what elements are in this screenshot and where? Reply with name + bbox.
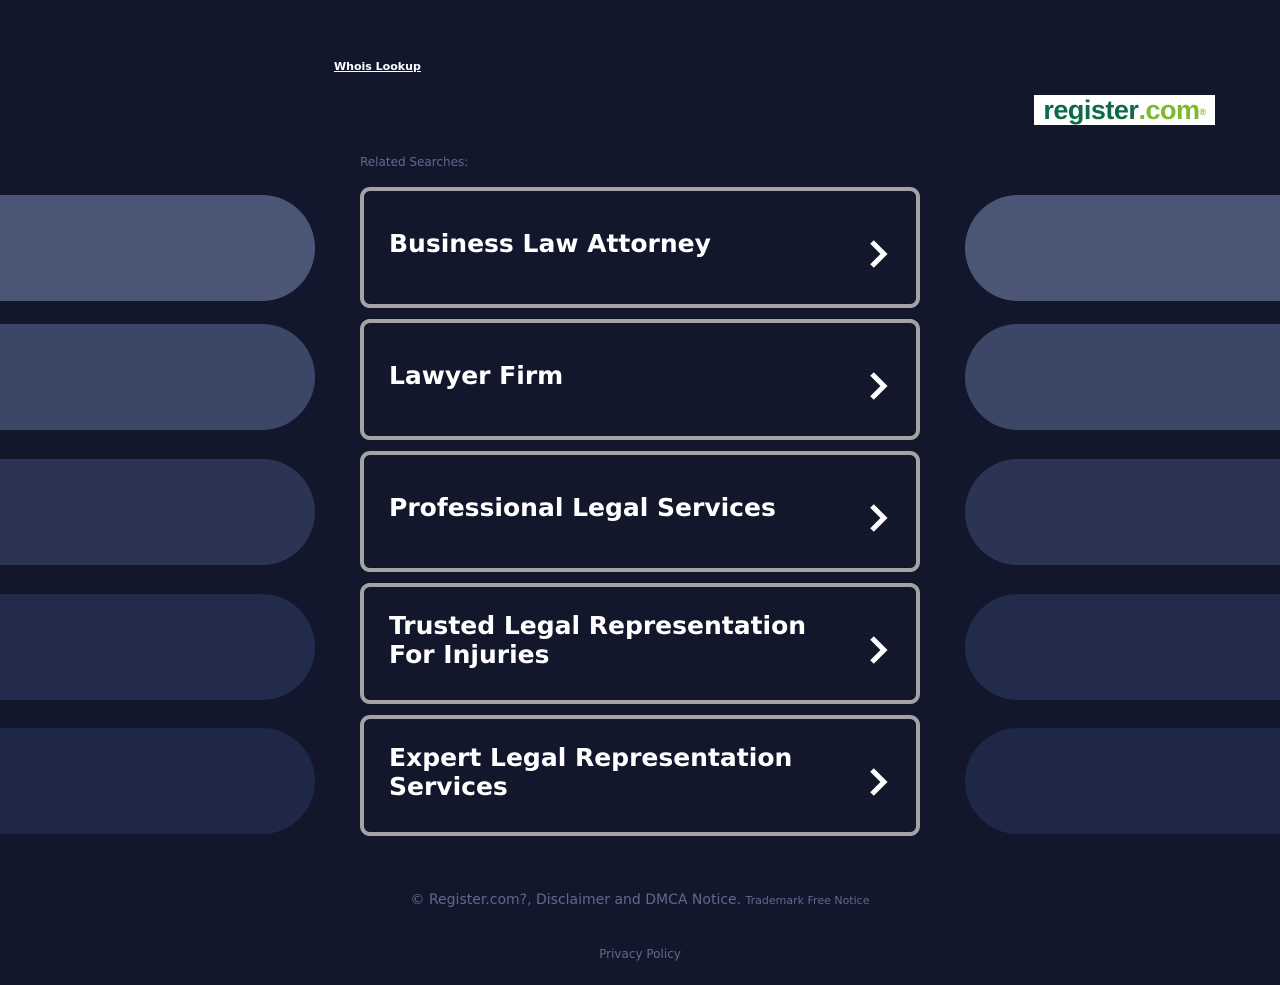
related-search-item[interactable]: Trusted Legal Representation For Injurie…: [360, 583, 920, 704]
decorative-pill-right-4: [965, 594, 1280, 700]
logo-registered-mark: ®: [1199, 107, 1206, 117]
related-search-label: Trusted Legal Representation For Injurie…: [389, 610, 807, 669]
privacy-policy-link[interactable]: Privacy Policy: [599, 947, 681, 961]
related-search-label: Business Law Attorney: [389, 229, 711, 258]
related-search-label: Expert Legal Representation Services: [389, 742, 793, 801]
related-search-item[interactable]: Professional Legal Services: [360, 451, 920, 572]
decorative-pill-left-3: [0, 459, 315, 565]
related-search-label: Lawyer Firm: [389, 361, 564, 390]
trademark-notice-link[interactable]: Trademark Free Notice: [746, 894, 870, 907]
register-logo[interactable]: register .com ®: [1034, 95, 1215, 125]
related-search-list: Business Law Attorney Lawyer Firm Profes…: [360, 187, 920, 847]
decorative-pill-right-1: [965, 195, 1280, 301]
decorative-pill-right-5: [965, 728, 1280, 834]
chevron-right-icon: [870, 371, 888, 400]
related-searches-label: Related Searches:: [360, 155, 469, 169]
chevron-right-icon: [870, 767, 888, 796]
chevron-right-icon: [870, 239, 888, 268]
related-search-item[interactable]: Lawyer Firm: [360, 319, 920, 440]
related-search-item[interactable]: Business Law Attorney: [360, 187, 920, 308]
decorative-pill-left-2: [0, 324, 315, 430]
related-search-label: Professional Legal Services: [389, 493, 776, 522]
page: Whois Lookup register .com ® Related Searc…: [0, 0, 1280, 985]
copyright-disclaimer-link[interactable]: © Register.com?, Disclaimer and DMCA Not…: [411, 892, 742, 908]
decorative-pill-right-3: [965, 459, 1280, 565]
decorative-pill-left-4: [0, 594, 315, 700]
footer-notice: © Register.com?, Disclaimer and DMCA Not…: [0, 892, 1280, 908]
decorative-pill-left-1: [0, 195, 315, 301]
logo-text-com: .com: [1138, 95, 1200, 125]
decorative-pill-right-2: [965, 324, 1280, 430]
footer-privacy: Privacy Policy: [0, 947, 1280, 961]
decorative-pill-left-5: [0, 728, 315, 834]
related-search-item[interactable]: Expert Legal Representation Services: [360, 715, 920, 836]
logo-text-register: register: [1043, 95, 1139, 125]
chevron-right-icon: [870, 635, 888, 664]
chevron-right-icon: [870, 503, 888, 532]
whois-lookup-link[interactable]: Whois Lookup: [334, 60, 421, 73]
